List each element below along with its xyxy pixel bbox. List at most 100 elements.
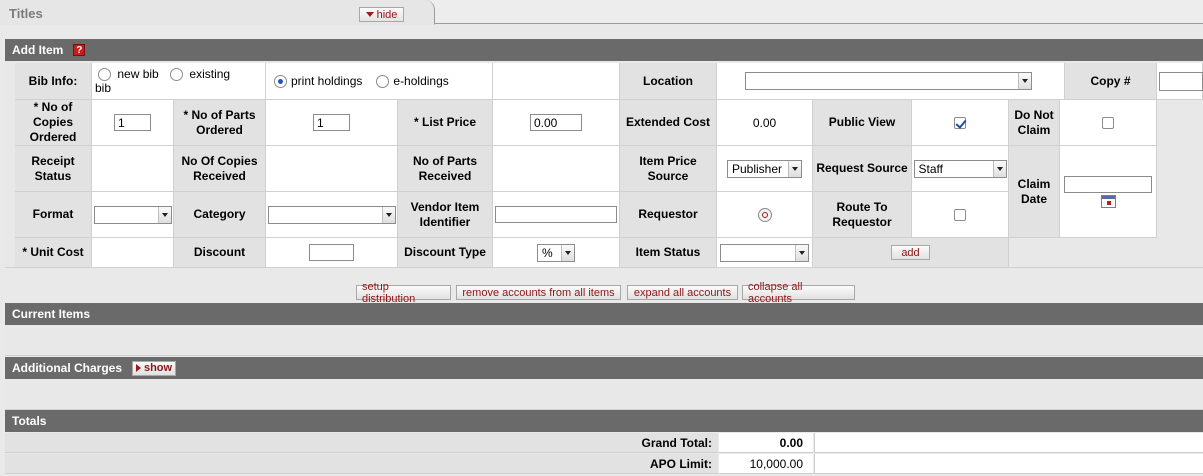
no-copies-received-label: No Of Copies Received xyxy=(174,146,266,192)
apo-limit-value: 10,000.00 xyxy=(719,454,813,474)
additional-charges-header: Additional Charges show xyxy=(5,357,1203,379)
item-price-source-value: Publisher xyxy=(732,161,783,176)
item-price-source-label: Item Price Source xyxy=(620,146,717,192)
discount-type-label: Discount Type xyxy=(398,238,493,268)
holdings-options: print holdings e-holdings xyxy=(266,63,493,100)
format-label: Format xyxy=(15,192,92,238)
vendor-item-identifier-label: Vendor Item Identifier xyxy=(398,192,493,238)
bib-info-options: new bib existing bib xyxy=(92,63,266,100)
item-price-source-select[interactable]: Publisher xyxy=(727,159,802,178)
format-cell xyxy=(92,192,174,238)
apo-limit-empty xyxy=(814,454,1203,474)
no-copies-ordered-label: * No of Copies Ordered xyxy=(15,100,92,146)
add-button-cell: add xyxy=(813,238,1009,268)
expand-accounts-button[interactable]: expand all accounts xyxy=(627,285,738,300)
bib-info-empty xyxy=(493,63,620,100)
category-cell xyxy=(266,192,398,238)
add-item-header: Add Item ? xyxy=(5,39,1203,61)
existing-bib-label: existing xyxy=(189,67,231,81)
hide-button[interactable]: hide xyxy=(359,7,404,22)
do-not-claim-checkbox[interactable] xyxy=(1102,116,1114,129)
bib-info-label: Bib Info: xyxy=(15,63,92,100)
item-status-label: Item Status xyxy=(620,238,717,268)
grand-total-empty xyxy=(814,433,1203,453)
titles-tab: Titles hide xyxy=(0,0,435,25)
grand-total-value: 0.00 xyxy=(719,433,813,453)
location-label: Location xyxy=(620,63,717,100)
new-bib-label: new bib xyxy=(117,67,159,81)
no-parts-received-value xyxy=(493,146,620,192)
apo-limit-row: APO Limit: 10,000.00 xyxy=(5,454,1203,474)
claim-date-input[interactable] xyxy=(1064,175,1152,193)
request-source-cell: Staff xyxy=(912,146,1009,192)
current-items-header: Current Items xyxy=(5,303,1203,325)
discount-type-select[interactable]: % xyxy=(537,243,575,262)
discount-cell xyxy=(266,238,398,268)
hide-label: hide xyxy=(376,8,398,21)
triangle-down-icon xyxy=(365,12,374,17)
receipt-status-label: Receipt Status xyxy=(15,146,92,192)
requestor-label: Requestor xyxy=(620,192,717,238)
existing-bib-label-2: bib xyxy=(95,81,112,96)
copy-number-cell xyxy=(1157,63,1203,100)
list-price-label: * List Price xyxy=(398,100,493,146)
route-to-requestor-label: Route To Requestor xyxy=(813,192,912,238)
public-view-cell xyxy=(912,100,1009,146)
additional-charges-title: Additional Charges xyxy=(12,361,123,375)
grand-total-label: Grand Total: xyxy=(5,433,718,453)
print-holdings-radio[interactable] xyxy=(274,74,287,88)
magnifier-icon[interactable] xyxy=(757,207,772,222)
claim-date-cell xyxy=(1060,146,1157,238)
e-holdings-label: e-holdings xyxy=(393,74,449,88)
receipt-status-value xyxy=(92,146,174,192)
existing-bib-radio[interactable] xyxy=(170,68,184,82)
item-status-select[interactable] xyxy=(720,243,809,262)
vendor-item-identifier-input[interactable] xyxy=(495,206,617,223)
current-items-title: Current Items xyxy=(12,307,91,321)
discount-label: Discount xyxy=(174,238,266,268)
location-select[interactable] xyxy=(745,72,1032,90)
new-bib-radio[interactable] xyxy=(98,68,111,82)
show-label: show xyxy=(143,362,173,374)
additional-charges-body xyxy=(5,379,1203,410)
no-copies-ordered-cell xyxy=(92,100,174,146)
collapse-accounts-button[interactable]: collapse all accounts xyxy=(742,281,855,305)
print-holdings-label: print holdings xyxy=(291,74,363,88)
category-select[interactable] xyxy=(267,205,396,224)
setup-distribution-button[interactable]: setup distribution xyxy=(356,281,451,305)
claim-date-label: Claim Date xyxy=(1009,146,1060,238)
no-parts-ordered-cell xyxy=(266,100,398,146)
extended-cost-label: Extended Cost xyxy=(620,100,717,146)
no-parts-ordered-input[interactable] xyxy=(313,114,350,131)
current-items-body xyxy=(5,325,1203,356)
e-holdings-radio[interactable] xyxy=(376,74,390,88)
apo-limit-label: APO Limit: xyxy=(5,454,718,474)
add-button[interactable]: add xyxy=(891,245,930,260)
location-cell xyxy=(717,63,1065,100)
route-to-requestor-checkbox[interactable] xyxy=(954,208,966,221)
no-copies-ordered-input[interactable] xyxy=(114,114,151,131)
list-price-input[interactable] xyxy=(530,114,582,131)
requestor-cell xyxy=(717,192,813,238)
request-source-value: Staff xyxy=(918,161,943,176)
grand-total-row: Grand Total: 0.00 xyxy=(5,433,1203,453)
public-view-label: Public View xyxy=(813,100,912,146)
do-not-claim-cell xyxy=(1060,100,1157,146)
request-source-select[interactable]: Staff xyxy=(913,159,1007,178)
discount-type-value: % xyxy=(542,245,553,260)
remove-accounts-button[interactable]: remove accounts from all items xyxy=(456,285,621,300)
no-parts-received-label: No of Parts Received xyxy=(398,146,493,192)
format-select[interactable] xyxy=(93,205,172,224)
discount-input[interactable] xyxy=(309,244,354,261)
help-icon[interactable]: ? xyxy=(73,44,86,56)
calendar-icon[interactable] xyxy=(1100,194,1116,208)
triangle-right-icon xyxy=(135,364,141,372)
totals-header: Totals xyxy=(5,410,1203,432)
copy-number-input[interactable] xyxy=(1159,71,1203,91)
tab-title: Titles xyxy=(9,6,43,21)
totals-title: Totals xyxy=(12,414,47,428)
show-button[interactable]: show xyxy=(132,360,177,376)
public-view-checkbox[interactable] xyxy=(954,116,966,129)
item-status-cell xyxy=(717,238,813,268)
account-actions: setup distribution remove accounts from … xyxy=(0,281,1203,305)
